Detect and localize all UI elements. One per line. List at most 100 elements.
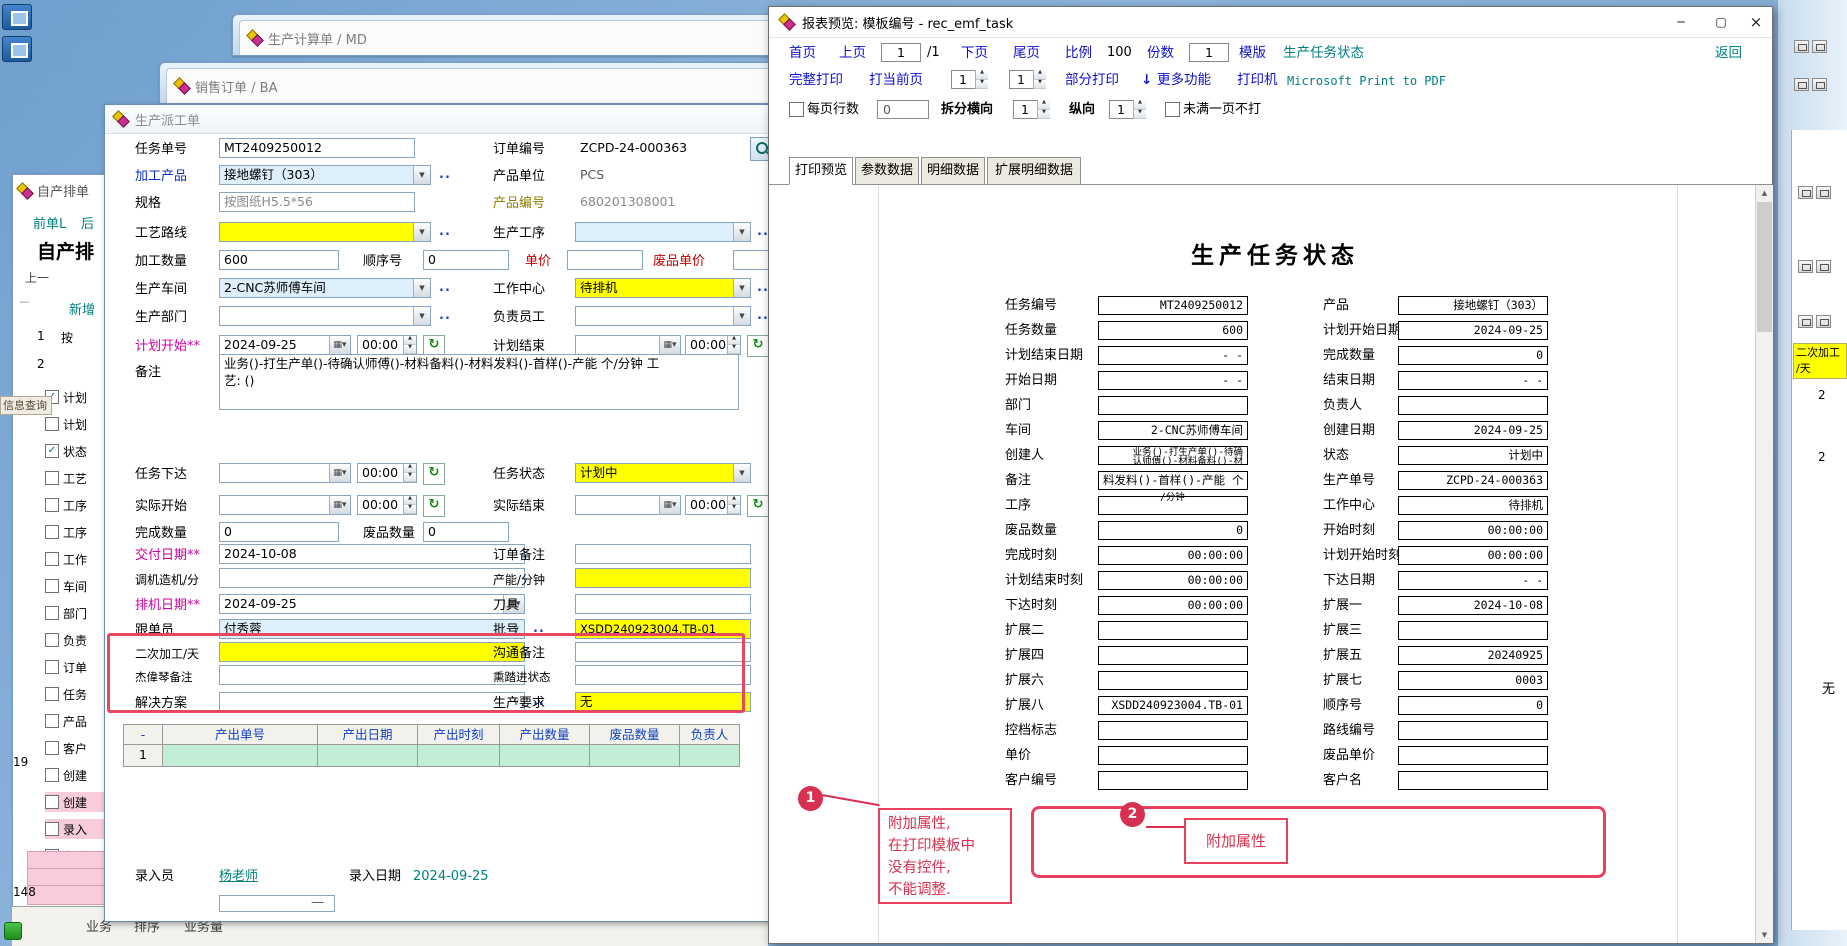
prev-page-link[interactable]: 上页 bbox=[839, 43, 866, 63]
close-button[interactable]: × bbox=[1741, 13, 1771, 33]
printer-name: Microsoft Print to PDF bbox=[1287, 71, 1446, 91]
spec-field[interactable]: 按图纸H5.5*56 bbox=[219, 192, 415, 212]
window-button[interactable] bbox=[1798, 186, 1813, 199]
product-label: 加工产品 bbox=[135, 167, 187, 187]
tab-detail-data[interactable]: 明细数据 bbox=[921, 157, 985, 185]
spinner[interactable]: ▲▼ bbox=[1037, 100, 1050, 119]
chevron-down-icon[interactable]: ▼ bbox=[733, 223, 750, 241]
copies-input[interactable]: 1 bbox=[1189, 43, 1229, 62]
tab-extended-detail-data[interactable]: 扩展明细数据 bbox=[987, 157, 1081, 185]
last-page-link[interactable]: 尾页 bbox=[1013, 43, 1040, 63]
process-dropdown[interactable]: ▼ bbox=[575, 222, 751, 242]
chevron-down-icon[interactable]: ▼ bbox=[413, 166, 430, 184]
checkbox-icon[interactable] bbox=[45, 795, 59, 809]
price-field[interactable] bbox=[567, 250, 643, 270]
report-field-value: XSDD240923004.TB-01 bbox=[1098, 696, 1248, 715]
more-functions-link[interactable]: 更多功能 bbox=[1157, 70, 1211, 90]
report-field-label: 路线编号 bbox=[1323, 721, 1375, 740]
product-dropdown[interactable]: 接地螺钉（303） ▼ bbox=[219, 165, 431, 185]
maximize-button[interactable]: ▢ bbox=[1706, 13, 1736, 33]
minimize-button[interactable]: ─ bbox=[1666, 13, 1696, 33]
report-field-value: 计划中 bbox=[1398, 446, 1548, 465]
rows-per-page-input[interactable]: 0 bbox=[877, 100, 929, 119]
desktop-icon-2[interactable] bbox=[2, 36, 32, 62]
report-field-value bbox=[1098, 396, 1248, 415]
report-field-label: 工作中心 bbox=[1323, 496, 1375, 515]
form-title-bar[interactable]: 生产派工单 bbox=[105, 105, 776, 134]
annotation-badge-1: 1 bbox=[798, 786, 823, 811]
entry-by-value[interactable]: 杨老师 bbox=[219, 867, 258, 887]
seq-field[interactable]: 0 bbox=[423, 250, 509, 270]
unit-label: 产品单位 bbox=[493, 167, 545, 187]
report-field-value: 待排机 bbox=[1398, 496, 1548, 515]
template-link[interactable]: 模版 bbox=[1239, 43, 1266, 63]
window-button[interactable] bbox=[1816, 186, 1831, 199]
split-v-label: 纵向 bbox=[1069, 100, 1095, 120]
report-row: 计划结束时刻 00:00:00 下达日期 - - bbox=[0, 571, 1847, 591]
window-tab-sales-order[interactable]: 销售订单 / BA bbox=[159, 62, 778, 104]
window-button[interactable] bbox=[1812, 40, 1827, 53]
report-field-value bbox=[1098, 621, 1248, 640]
chevron-down-icon[interactable]: ▼ bbox=[413, 279, 430, 297]
qty-field[interactable]: 600 bbox=[219, 250, 339, 270]
chevron-down-icon[interactable]: ▼ bbox=[733, 279, 750, 297]
window-button[interactable] bbox=[1794, 40, 1809, 53]
work-center-dropdown[interactable]: 待排机 ▼ bbox=[575, 278, 751, 298]
report-field-value: 00:00:00 bbox=[1398, 521, 1548, 540]
print-current-link[interactable]: 打当前页 bbox=[869, 70, 923, 90]
scale-label[interactable]: 比例 bbox=[1065, 43, 1092, 63]
left-panel-checkbox-item[interactable]: 创建 bbox=[45, 792, 105, 812]
report-field-label: 顺序号 bbox=[1323, 696, 1362, 715]
annotation-note-1: 附加属性, 在打印模板中 没有控件, 不能调整. bbox=[878, 808, 1012, 904]
tab-print-preview[interactable]: 打印预览 bbox=[789, 157, 853, 185]
window-button[interactable] bbox=[1798, 260, 1813, 273]
helper-dots[interactable]: .. bbox=[439, 280, 451, 295]
rows-per-page-checkbox[interactable] bbox=[789, 102, 804, 117]
helper-dots[interactable]: .. bbox=[439, 224, 451, 239]
annotation-badge-2: 2 bbox=[1120, 802, 1145, 827]
page-number-input[interactable]: 1 bbox=[881, 43, 921, 62]
price-label: 单价 bbox=[525, 252, 551, 272]
tab-parameter-data[interactable]: 参数数据 bbox=[855, 157, 919, 185]
product-value: 接地螺钉（303） bbox=[224, 167, 323, 182]
next-page-link[interactable]: 下页 bbox=[961, 43, 988, 63]
qty-label: 加工数量 bbox=[135, 252, 187, 272]
workshop-dropdown[interactable]: 2-CNC苏师傅车间 ▼ bbox=[219, 278, 431, 298]
report-title-bar[interactable]: 报表预览: 模板编号 - rec_emf_task bbox=[769, 7, 1772, 38]
left-panel-checkbox-item[interactable]: 录入 bbox=[45, 819, 105, 839]
chevron-down-icon[interactable]: ▼ bbox=[413, 223, 430, 241]
order-no-field[interactable]: ZCPD-24-000363 bbox=[575, 138, 745, 158]
checkbox-label: 创建 bbox=[63, 794, 87, 811]
menu-prev[interactable]: 前单L bbox=[33, 213, 66, 232]
window-tab-production-calc[interactable]: 生产计算单 / MD bbox=[232, 14, 778, 56]
scroll-up-icon[interactable]: ▲ bbox=[1756, 185, 1773, 201]
split-h-label: 拆分横向 bbox=[941, 100, 993, 120]
report-field-label: 开始日期 bbox=[1005, 371, 1057, 390]
task-no-field[interactable]: MT2409250012 bbox=[219, 138, 415, 158]
menu-next[interactable]: 后 bbox=[81, 213, 94, 232]
scroll-down-icon[interactable]: ▼ bbox=[1756, 927, 1773, 943]
checkbox-icon[interactable] bbox=[45, 822, 59, 836]
desktop-icon-1[interactable] bbox=[2, 4, 32, 30]
spinner[interactable]: ▲▼ bbox=[1033, 70, 1046, 89]
nofill-checkbox[interactable] bbox=[1165, 102, 1180, 117]
route-dropdown[interactable]: ▼ bbox=[219, 222, 431, 242]
report-field-value bbox=[1398, 721, 1548, 740]
report-row: 计划结束日期 - - 完成数量 0 bbox=[0, 346, 1847, 366]
print-all-link[interactable]: 完整打印 bbox=[789, 70, 843, 90]
spinner[interactable]: ▲▼ bbox=[975, 70, 988, 89]
first-page-link[interactable]: 首页 bbox=[789, 43, 816, 63]
report-field-label: 任务编号 bbox=[1005, 296, 1057, 315]
helper-dots[interactable]: .. bbox=[439, 167, 451, 182]
spinner[interactable]: ▲▼ bbox=[1133, 100, 1146, 119]
print-part-link[interactable]: 部分打印 bbox=[1065, 70, 1119, 90]
scrap-price-field[interactable] bbox=[733, 250, 773, 270]
report-window-title: 报表预览: 模板编号 - rec_emf_task bbox=[802, 13, 1013, 32]
copies-label[interactable]: 份数 bbox=[1147, 43, 1174, 63]
window-button[interactable] bbox=[1816, 260, 1831, 273]
printer-link[interactable]: 打印机 bbox=[1237, 70, 1278, 90]
window-button[interactable] bbox=[1794, 78, 1809, 91]
window-button[interactable] bbox=[1812, 78, 1827, 91]
report-field-value: 2024-09-25 bbox=[1398, 321, 1548, 340]
back-link[interactable]: 返回 bbox=[1715, 43, 1742, 63]
